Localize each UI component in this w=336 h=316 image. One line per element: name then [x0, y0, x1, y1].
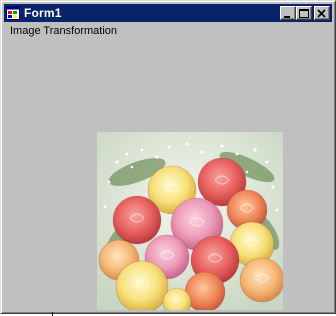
maximize-button[interactable] — [296, 6, 312, 20]
app-icon[interactable] — [6, 6, 20, 20]
close-button[interactable] — [314, 6, 330, 20]
minimize-button[interactable] — [280, 6, 296, 20]
close-icon — [317, 9, 326, 18]
client-area: Image Transformation — [4, 23, 332, 310]
window-title: Form1 — [24, 6, 62, 20]
roses-picture — [97, 132, 283, 310]
app-window: Form1 Image Transformation — [0, 0, 336, 314]
title-bar[interactable]: Form1 — [4, 4, 332, 22]
maximize-icon — [299, 9, 309, 18]
image-transformation-label: Image Transformation — [10, 25, 117, 37]
minimize-icon — [284, 16, 290, 18]
resize-mark — [52, 312, 53, 316]
